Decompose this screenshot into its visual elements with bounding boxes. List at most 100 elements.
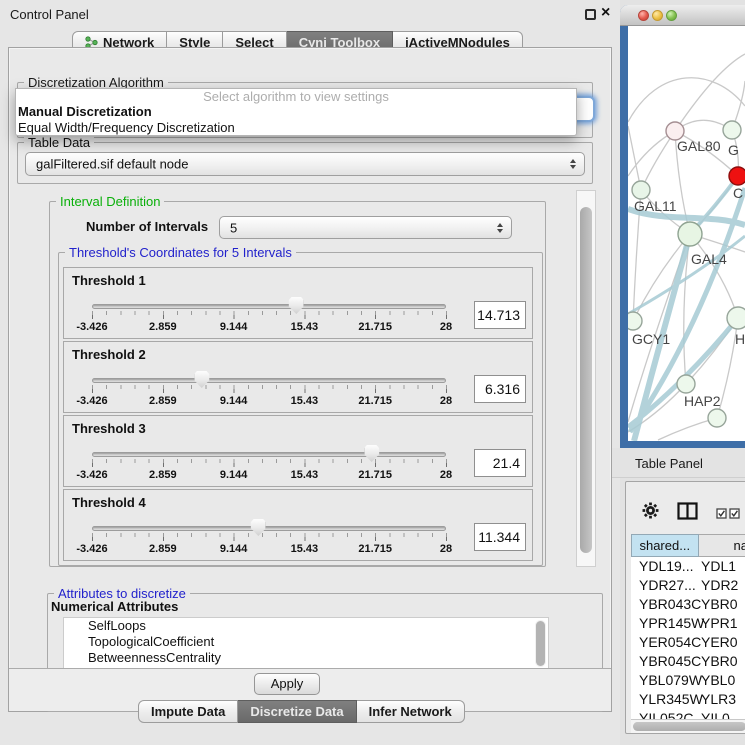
threshold-3-panel: Threshold 3 -3.4262.8599.14415.4321.7152… [63,415,533,487]
threshold-2-slider[interactable]: -3.4262.8599.14415.4321.71528 [92,342,446,414]
tick-label: -3.426 [76,469,107,481]
table-row[interactable]: YER054CYER0 [631,633,745,652]
threshold-3-value-field[interactable]: 21.4 [474,449,526,477]
zoom-traffic-light[interactable] [666,10,677,21]
network-view-window: GAL80 G C GAL11 GAL4 GCY1 H HAP2 [620,5,745,448]
numerical-attributes-label: Numerical Attributes [51,599,178,614]
panel-title: Control Panel [10,7,89,22]
tab-discretize-data[interactable]: Discretize Data [238,700,356,723]
threshold-4-value-field[interactable]: 11.344 [474,523,526,551]
tick-label: -3.426 [76,543,107,555]
slider-minor-ticks [92,459,447,463]
tick-label: 2.859 [149,543,177,555]
node-gal4[interactable] [678,222,702,246]
table-data-combobox[interactable]: galFiltered.sif default node [25,152,585,176]
node-label-gal80: GAL80 [677,138,721,154]
tick-label: 28 [440,469,452,481]
node-label-c: C [733,185,743,201]
column-header-name[interactable]: na [699,534,745,557]
table-row[interactable]: YDL19...YDL1 [631,557,745,576]
table-horizontal-scrollbar[interactable] [631,719,745,733]
node-gcy1[interactable] [628,312,642,330]
threshold-1-panel: Threshold 1 -3.4262.8599.14415.4321.7152… [63,267,533,339]
dropdown-hint: Select algorithm to view settings [16,89,576,104]
tick-label: 9.144 [220,469,248,481]
group-title: Table Data [24,135,94,150]
number-of-intervals-combobox[interactable]: 5 [219,216,512,239]
dropdown-item-equal-width-frequency[interactable]: Equal Width/Frequency Discretization [16,120,576,136]
float-window-icon[interactable] [585,9,596,20]
threshold-2-value-field[interactable]: 6.316 [474,375,526,403]
minimize-traffic-light[interactable] [652,10,663,21]
combo-value: 5 [230,220,237,235]
checkbox-icon[interactable] [729,508,740,519]
threshold-1-slider[interactable]: -3.4262.8599.14415.4321.71528 [92,268,446,340]
scrollbar-thumb[interactable] [580,207,592,553]
threshold-1-value-field[interactable]: 14.713 [474,301,526,329]
tick-label: 28 [440,395,452,407]
algorithm-dropdown-popup: Select algorithm to view settings Manual… [15,88,577,136]
settings-scrollbar[interactable] [576,190,596,567]
table-row[interactable]: YDR27...YDR2 [631,576,745,595]
tab-impute-data[interactable]: Impute Data [138,700,238,723]
threshold-4-panel: Threshold 4 -3.4262.8599.14415.4321.7152… [63,489,533,561]
threshold-4-slider[interactable]: -3.4262.8599.14415.4321.71528 [92,490,446,562]
attribute-list-item[interactable]: BetweennessCentrality [64,650,548,666]
node-gal11[interactable] [632,181,650,199]
attribute-list-item[interactable]: SelfLoops [64,618,548,634]
threshold-3-slider[interactable]: -3.4262.8599.14415.4321.71528 [92,416,446,488]
attribute-list-item[interactable]: TopologicalCoefficient [64,634,548,650]
checkbox-icon[interactable] [716,508,727,519]
node-label-g: G [728,142,739,158]
node-h[interactable] [727,307,745,329]
gear-icon[interactable] [642,502,659,519]
table-panel: shared... na YDL19...YDL1YDR27...YDR2YBR… [625,481,745,734]
node-label-h: H [735,331,745,347]
slider-track[interactable] [92,526,446,531]
close-traffic-light[interactable] [638,10,649,21]
network-canvas[interactable]: GAL80 G C GAL11 GAL4 GCY1 H HAP2 [628,26,745,441]
scrollbar-thumb[interactable] [633,722,745,731]
combo-value: galFiltered.sif default node [36,157,188,172]
table-row[interactable]: YBL079WYBL0 [631,671,745,690]
stepper-arrows-icon [570,156,576,172]
table-row[interactable]: YIL052CYIL0 [631,709,745,719]
table-row[interactable]: YBR043CYBR0 [631,595,745,614]
tab-infer-network[interactable]: Infer Network [357,700,465,723]
node-g[interactable] [723,121,741,139]
slider-track[interactable] [92,304,446,309]
scrollbar-thumb[interactable] [536,621,545,666]
columns-icon[interactable] [677,502,698,520]
table-row[interactable]: YLR345WYLR3 [631,690,745,709]
node-partial[interactable] [708,409,726,427]
dropdown-item-manual-discretization[interactable]: Manual Discretization [16,104,576,120]
attributes-list-scrollbar[interactable] [535,620,546,667]
attributes-list[interactable]: SelfLoopsTopologicalCoefficientBetweenne… [63,617,549,669]
table-panel-titlebar: Table Panel [612,448,745,478]
network-window-titlebar[interactable] [620,5,745,26]
table-header-row: shared... na [631,534,745,557]
slider-minor-ticks [92,385,447,389]
control-panel: Control Panel × Network Style Select Cyn… [0,0,620,745]
slider-track[interactable] [92,452,446,457]
close-icon[interactable]: × [601,4,610,22]
stepper-arrows-icon [497,220,503,236]
table-row[interactable]: YPR145WYPR1 [631,614,745,633]
bottom-tabstrip: Impute Data Discretize Data Infer Networ… [138,700,465,723]
slider-track[interactable] [92,378,446,383]
column-header-shared-name[interactable]: shared... [631,534,699,557]
slider-minor-ticks [92,311,447,315]
number-of-intervals-label: Number of Intervals [86,219,208,234]
table-row[interactable]: YBR045CYBR0 [631,652,745,671]
screen: Control Panel × Network Style Select Cyn… [0,0,745,745]
apply-button[interactable]: Apply [254,673,320,695]
tick-label: 2.859 [149,469,177,481]
tick-label: -3.426 [76,321,107,333]
network-graph [628,26,745,441]
control-panel-titlebar: Control Panel × [0,0,620,28]
tick-label: 28 [440,321,452,333]
node-label-hap2: HAP2 [684,393,721,409]
node-red-selected[interactable] [729,167,745,185]
tick-label: 15.43 [291,395,319,407]
node-hap2[interactable] [677,375,695,393]
